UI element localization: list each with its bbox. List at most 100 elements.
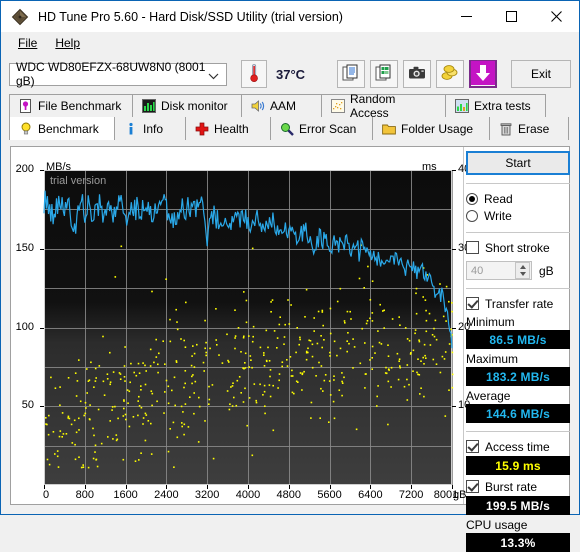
tab-extra-tests[interactable]: Extra tests <box>445 94 546 117</box>
transfer-rate-checkbox-icon <box>466 297 479 310</box>
tab-file-benchmark-label: File Benchmark <box>38 99 121 113</box>
tab-disk-monitor-label: Disk monitor <box>161 99 228 113</box>
toolbar: WDC WD80EFZX-68UW8N0 (8001 gB) 37°C <box>1 54 579 94</box>
menu-file-label: File <box>18 36 37 50</box>
menu-help-label: Help <box>55 36 80 50</box>
radio-read[interactable]: Read <box>466 190 570 207</box>
random-access-icon <box>331 99 345 113</box>
chart-ytick-150: 150 <box>8 242 34 254</box>
tab-info-label: Info <box>143 122 163 136</box>
bar-chart-icon <box>142 99 156 113</box>
access-time-value-box: 15.9 ms <box>466 456 570 475</box>
tab-folder-usage-label: Folder Usage <box>401 122 473 136</box>
radio-read-label: Read <box>484 192 513 206</box>
checkbox-transfer-rate[interactable]: Transfer rate <box>466 295 570 312</box>
download-arrow-icon <box>471 61 495 88</box>
copy-spreadsheet-icon <box>375 64 393 85</box>
temperature-value: 37°C <box>276 67 305 82</box>
radio-write[interactable]: Write <box>466 207 570 224</box>
tab-disk-monitor[interactable]: Disk monitor <box>132 94 242 117</box>
chart-xtick-4800: 4800 <box>269 489 309 501</box>
average-label: Average <box>466 389 570 403</box>
stepper-arrows-icon[interactable] <box>515 262 530 279</box>
checkbox-access-time[interactable]: Access time <box>466 438 570 455</box>
average-value-box: 144.6 MB/s <box>466 404 570 423</box>
menu-bar: File Help <box>1 32 579 54</box>
burst-rate-value-box: 199.5 MB/s <box>466 496 570 515</box>
tab-aam[interactable]: AAM <box>241 94 322 117</box>
maximize-button[interactable] <box>489 1 534 32</box>
short-stroke-stepper[interactable]: 40 <box>466 261 532 280</box>
toolbar-buttons: Exit <box>337 60 571 88</box>
tab-info[interactable]: Info <box>114 117 186 140</box>
access-time-value: 15.9 ms <box>495 459 540 473</box>
chart-x-unit: gB <box>453 489 466 501</box>
hd-tune-window: HD Tune Pro 5.60 - Hard Disk/SSD Utility… <box>0 0 580 515</box>
tab-file-benchmark[interactable]: File Benchmark <box>9 94 133 117</box>
speaker-icon <box>251 99 265 113</box>
chart-ytick-50: 50 <box>8 399 34 411</box>
tab-health[interactable]: Health <box>185 117 271 140</box>
tab-strip: File Benchmark Disk monitor <box>9 94 571 140</box>
chart-xtick-3200: 3200 <box>187 489 227 501</box>
divider-2 <box>466 232 570 233</box>
burst-rate-value: 199.5 MB/s <box>486 499 550 513</box>
drive-select-value: WDC WD80EFZX-68UW8N0 (8001 gB) <box>16 60 226 88</box>
tab-health-label: Health <box>214 122 249 136</box>
chart-ylabel: MB/s <box>46 161 71 173</box>
access-time-checkbox-icon <box>466 440 479 453</box>
chart-xtick-0: 0 <box>26 489 66 501</box>
menu-help[interactable]: Help <box>46 34 89 52</box>
cpu-usage-label: CPU usage <box>466 518 570 532</box>
temperature-icon-box[interactable] <box>241 60 267 88</box>
transfer-rate-label: Transfer rate <box>485 297 553 311</box>
cpu-usage-value: 13.3% <box>500 536 535 550</box>
download-button[interactable] <box>469 60 497 88</box>
screenshot-button[interactable] <box>403 60 431 88</box>
close-button[interactable] <box>534 1 579 32</box>
chart-xtick-2400: 2400 <box>146 489 186 501</box>
tab-random-access-label: Random Access <box>350 92 436 120</box>
tab-error-scan[interactable]: Error Scan <box>270 117 373 140</box>
tab-erase[interactable]: Erase <box>489 117 569 140</box>
burst-rate-checkbox-icon <box>466 480 479 493</box>
tab-random-access[interactable]: Random Access <box>321 94 446 117</box>
red-cross-icon <box>195 122 209 136</box>
short-stroke-value: 40 <box>467 265 483 277</box>
file-benchmark-icon <box>19 99 33 113</box>
cpu-usage-value-box: 13.3% <box>466 533 570 552</box>
short-stroke-row: 40 gB <box>466 261 570 280</box>
chart-xtick-4000: 4000 <box>228 489 268 501</box>
exit-button[interactable]: Exit <box>511 60 571 88</box>
minimize-button[interactable] <box>444 1 489 32</box>
money-button[interactable] <box>436 60 464 88</box>
drive-select[interactable]: WDC WD80EFZX-68UW8N0 (8001 gB) <box>9 63 227 86</box>
tab-benchmark[interactable]: Benchmark <box>9 117 115 140</box>
minimum-value-box: 86.5 MB/s <box>466 330 570 349</box>
tab-row-upper: File Benchmark Disk monitor <box>9 94 571 117</box>
chart-xtick-800: 800 <box>65 489 105 501</box>
short-stroke-label: Short stroke <box>485 241 550 255</box>
checkbox-burst-rate[interactable]: Burst rate <box>466 478 570 495</box>
short-stroke-checkbox-icon <box>466 241 479 254</box>
chart-ytick-100: 100 <box>8 321 34 333</box>
copy-excel-button[interactable] <box>370 60 398 88</box>
tab-folder-usage[interactable]: Folder Usage <box>372 117 490 140</box>
start-button-label: Start <box>505 156 530 170</box>
radio-write-icon <box>466 210 478 222</box>
trash-icon <box>499 122 513 136</box>
chevron-down-icon <box>208 69 219 83</box>
menu-file[interactable]: File <box>9 34 46 52</box>
copy-text-button[interactable] <box>337 60 365 88</box>
chart-xtick-5600: 5600 <box>310 489 350 501</box>
radio-read-icon <box>466 193 478 205</box>
chart-xtick-6400: 6400 <box>350 489 390 501</box>
tab-row-lower: Benchmark Info Health <box>9 117 571 140</box>
average-value: 144.6 MB/s <box>486 407 550 421</box>
lightbulb-icon <box>19 122 33 136</box>
tab-erase-label: Erase <box>518 122 549 136</box>
tab-extra-tests-label: Extra tests <box>474 99 531 113</box>
access-time-label: Access time <box>485 440 550 454</box>
checkbox-short-stroke[interactable]: Short stroke <box>466 239 570 256</box>
start-button[interactable]: Start <box>466 151 570 175</box>
